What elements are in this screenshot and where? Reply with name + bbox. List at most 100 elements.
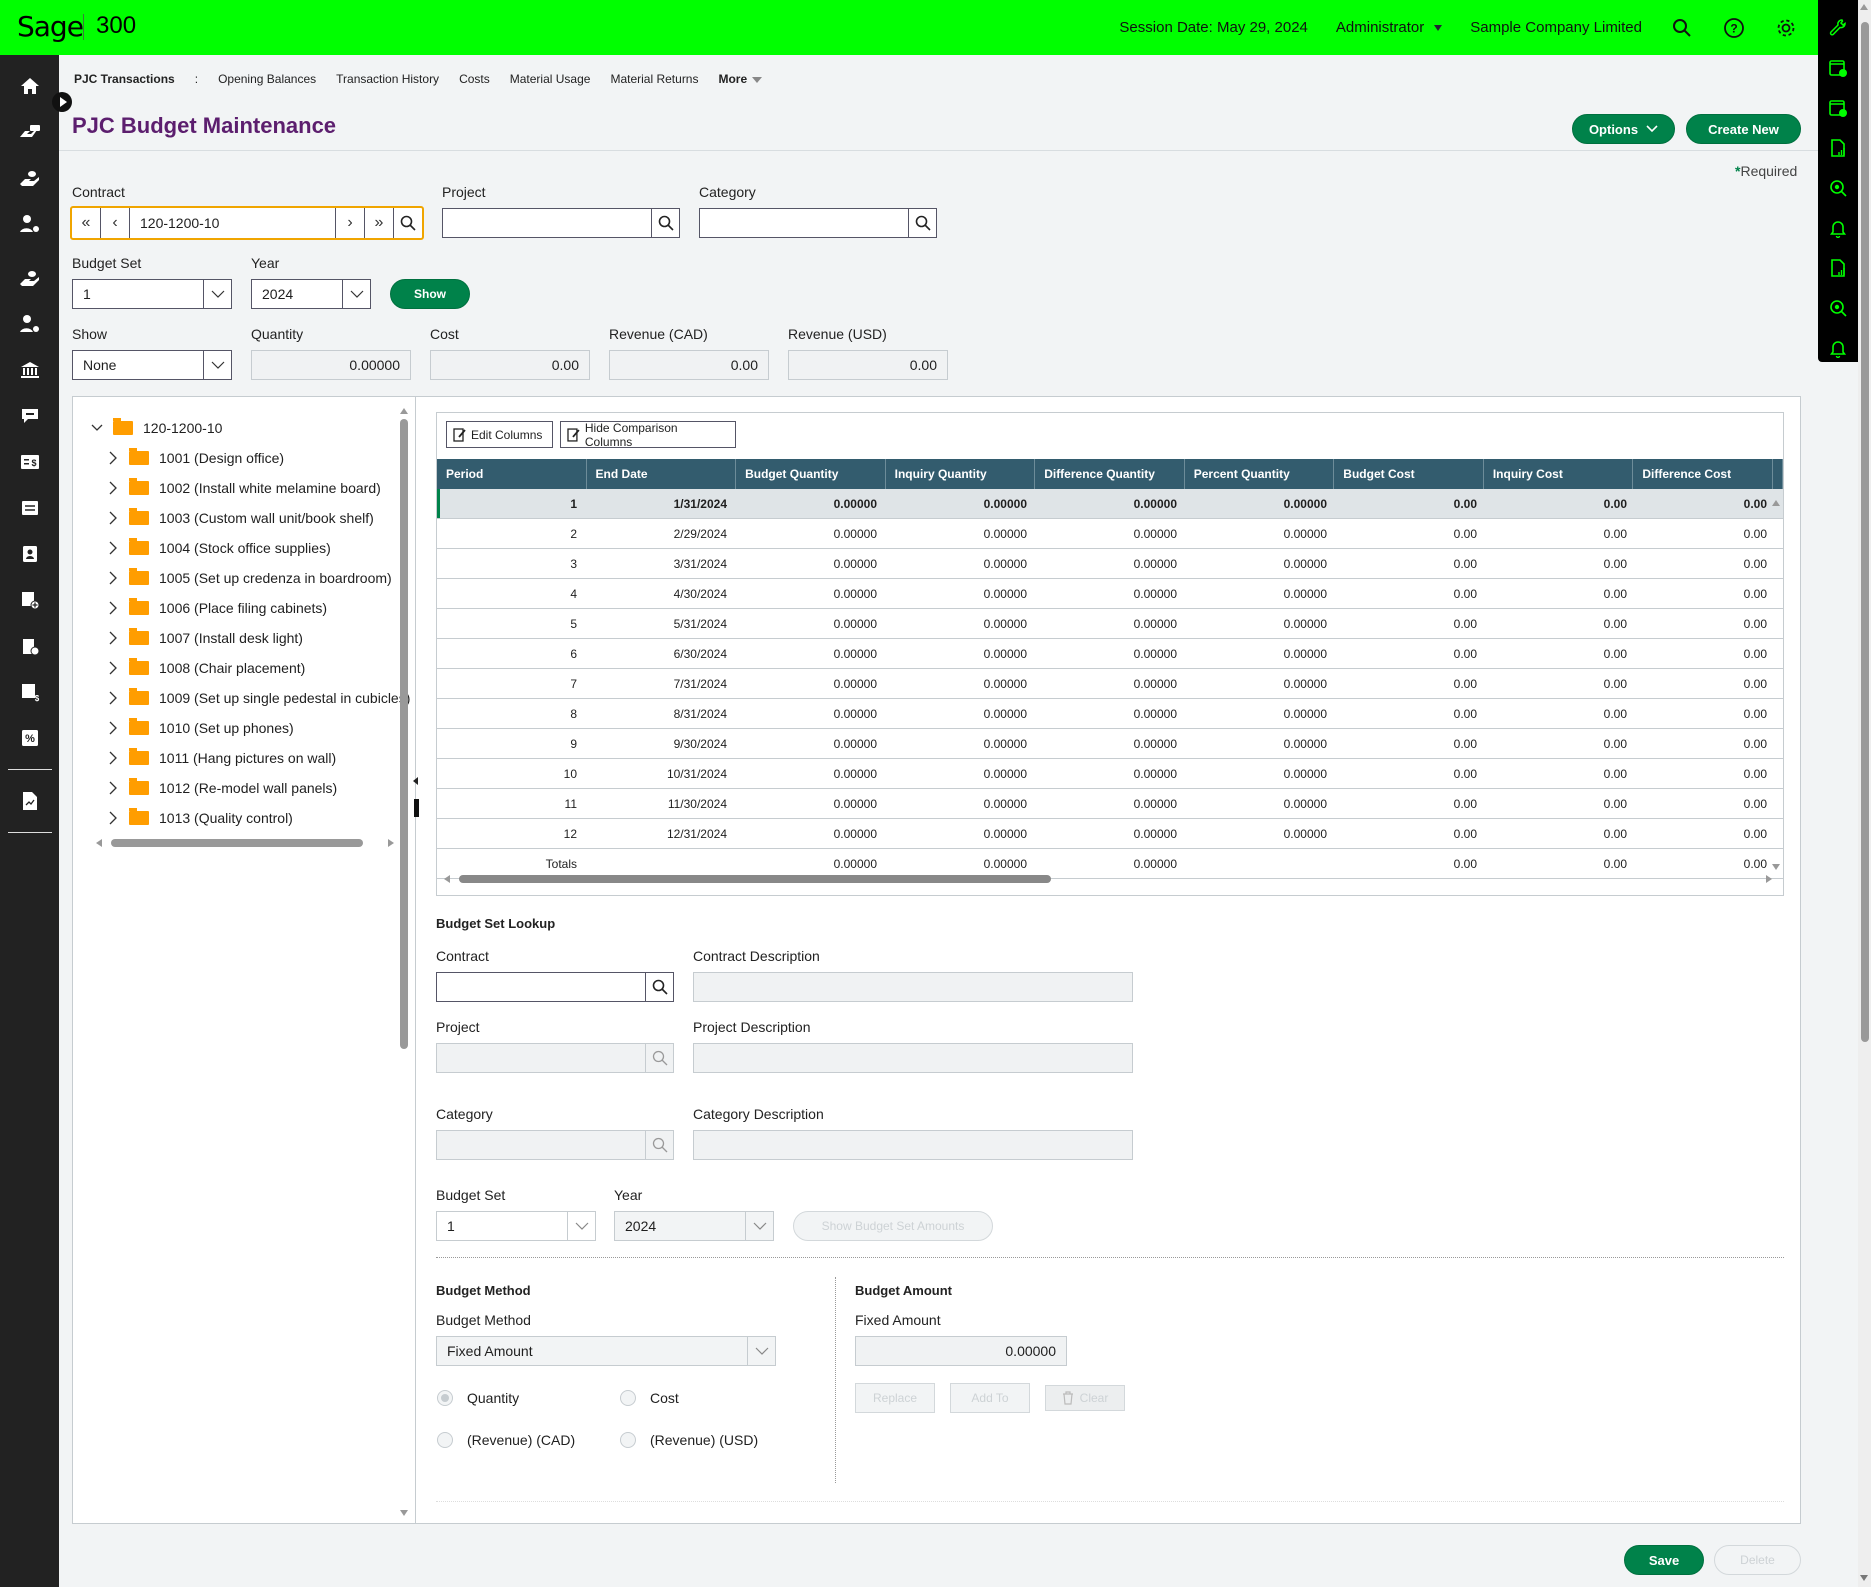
scroll-right-arrow-icon[interactable] [387,838,395,848]
chevron-down-icon[interactable] [567,1212,595,1240]
grid-cell[interactable]: 0.00000 [737,729,887,758]
grid-cell[interactable]: 1 [437,489,587,518]
chevron-right-icon[interactable] [105,721,121,735]
budget-method-select[interactable]: Fixed Amount [436,1336,776,1366]
grid-cell[interactable]: 0.00000 [887,729,1037,758]
grid-cell[interactable]: 0.00 [1637,609,1777,638]
column-header[interactable]: Period [437,459,587,489]
grid-cell[interactable]: 0.00 [1337,789,1487,818]
grid-cell[interactable]: 0.00 [1487,639,1637,668]
chat-tools-icon[interactable] [0,393,59,439]
grid-cell[interactable]: 0.00000 [1187,789,1337,818]
gear-icon[interactable] [1774,16,1798,40]
grid-cell[interactable]: 10/31/2024 [587,759,737,788]
tree-item[interactable]: 1006 (Place filing cabinets) [105,594,327,622]
grid-cell[interactable]: 3/31/2024 [587,549,737,578]
tree-item[interactable]: 1004 (Stock office supplies) [105,534,331,562]
grid-cell[interactable]: 0.00 [1637,519,1777,548]
show-select[interactable]: None [72,350,232,380]
grid-cell[interactable]: 0.00000 [737,639,887,668]
grid-cell[interactable]: 0.00000 [1187,759,1337,788]
grid-cell[interactable]: 0.00000 [1187,729,1337,758]
table-row[interactable]: 8 8/31/2024 0.00000 0.00000 0.00000 0.00000 0.… [437,699,1783,729]
radio-revenue-usd[interactable]: (Revenue) (USD) [620,1432,758,1448]
create-new-button[interactable]: Create New [1686,114,1801,144]
grid-cell[interactable]: 0.00000 [1187,609,1337,638]
invoice-dollar-icon[interactable]: $ [0,439,59,485]
chevron-down-icon[interactable] [203,351,231,379]
grid-cell[interactable]: 0.00000 [1187,489,1337,518]
fixed-amount-input[interactable]: 0.00000 [855,1336,1067,1366]
tree-item[interactable]: 1010 (Set up phones) [105,714,294,742]
add-to-button[interactable]: Add To [950,1383,1030,1413]
column-header[interactable]: Percent Quantity [1185,459,1335,489]
grid-cell[interactable]: 0.00000 [887,579,1037,608]
scroll-left-arrow-icon[interactable] [95,838,103,848]
table-row[interactable]: 1 1/31/2024 0.00000 0.00000 0.00000 0.00000 0.… [437,489,1783,519]
grid-cell[interactable]: 0.00000 [1037,699,1187,728]
chevron-right-icon[interactable] [105,781,121,795]
grid-cell[interactable]: 0.00000 [1037,549,1187,578]
grid-cell[interactable]: 0.00000 [737,549,887,578]
scroll-right-arrow-icon[interactable] [1765,874,1773,884]
page-scrollbar[interactable] [1858,0,1871,1587]
grid-cell[interactable]: 0.00 [1637,819,1777,848]
grid-cell[interactable]: 0.00000 [887,489,1037,518]
grid-cell[interactable]: 0.00 [1487,549,1637,578]
payment-card-icon[interactable] [0,109,59,155]
chevron-right-icon[interactable] [105,751,121,765]
breadcrumb-transaction-history[interactable]: Transaction History [336,72,439,86]
project-search-button[interactable] [651,209,679,237]
user-settings-icon[interactable] [0,201,59,247]
table-row[interactable]: 3 3/31/2024 0.00000 0.00000 0.00000 0.00000 0.… [437,549,1783,579]
percent-icon[interactable]: % [0,715,59,761]
grid-cell[interactable]: 0.00000 [1037,729,1187,758]
contract-search-button[interactable] [393,208,422,238]
scroll-down-arrow-icon[interactable] [1860,1575,1868,1581]
lookup-year-select[interactable]: 2024 [614,1211,774,1241]
chevron-right-icon[interactable] [105,451,121,465]
hand-receive-icon[interactable] [0,155,59,201]
grid-cell[interactable]: 0.00000 [737,759,887,788]
tree-item[interactable]: 1005 (Set up credenza in boardroom) [105,564,392,592]
chevron-right-icon[interactable] [105,811,121,825]
grid-cell[interactable]: 0.00 [1337,489,1487,518]
grid-cell[interactable]: 0.00 [1337,699,1487,728]
pane-splitter[interactable] [412,777,420,827]
user-settings-icon[interactable] [0,301,59,347]
grid-cell[interactable]: 0.00 [1637,639,1777,668]
table-row[interactable]: 6 6/30/2024 0.00000 0.00000 0.00000 0.00000 0.… [437,639,1783,669]
radio-quantity[interactable]: Quantity [437,1390,519,1406]
grid-cell[interactable]: 0.00 [1487,699,1637,728]
grid-cell[interactable]: 0.00 [1337,759,1487,788]
scroll-up-arrow-icon[interactable] [399,407,409,415]
home-icon[interactable] [0,63,59,109]
table-row[interactable]: 2 2/29/2024 0.00000 0.00000 0.00000 0.00000 0.… [437,519,1783,549]
grid-cell[interactable]: 11/30/2024 [587,789,737,818]
column-header[interactable]: Budget Cost [1334,459,1484,489]
breadcrumb-material-returns[interactable]: Material Returns [610,72,698,86]
grid-cell[interactable]: 0.00 [1637,489,1777,518]
radio-quantity-button[interactable] [437,1390,453,1406]
bell-icon[interactable] [1818,208,1858,248]
budget-set-select[interactable]: 1 [72,279,232,309]
grid-cell[interactable]: 0.00000 [1037,489,1187,518]
chevron-right-icon[interactable] [105,541,121,555]
grid-cell[interactable]: 0.00000 [887,609,1037,638]
scroll-down-arrow-icon[interactable] [399,1509,409,1517]
grid-cell[interactable]: 6 [437,639,587,668]
grid-cell[interactable]: 0.00000 [737,699,887,728]
last-record-button[interactable]: » [364,208,393,238]
grid-cell[interactable]: 7 [437,669,587,698]
clear-button[interactable]: Clear [1045,1385,1125,1411]
grid-cell[interactable]: 0.00000 [887,669,1037,698]
document-dollar-icon[interactable]: $ [0,669,59,715]
grid-cell[interactable]: 0.00000 [1037,819,1187,848]
grid-cell[interactable]: 3 [437,549,587,578]
tree-horizontal-scrollbar-thumb[interactable] [111,839,363,847]
grid-cell[interactable]: 4 [437,579,587,608]
delete-button[interactable]: Delete [1714,1545,1801,1575]
grid-cell[interactable]: 0.00 [1487,579,1637,608]
grid-cell[interactable]: 0.00 [1487,729,1637,758]
radio-revenue-usd-button[interactable] [620,1432,636,1448]
